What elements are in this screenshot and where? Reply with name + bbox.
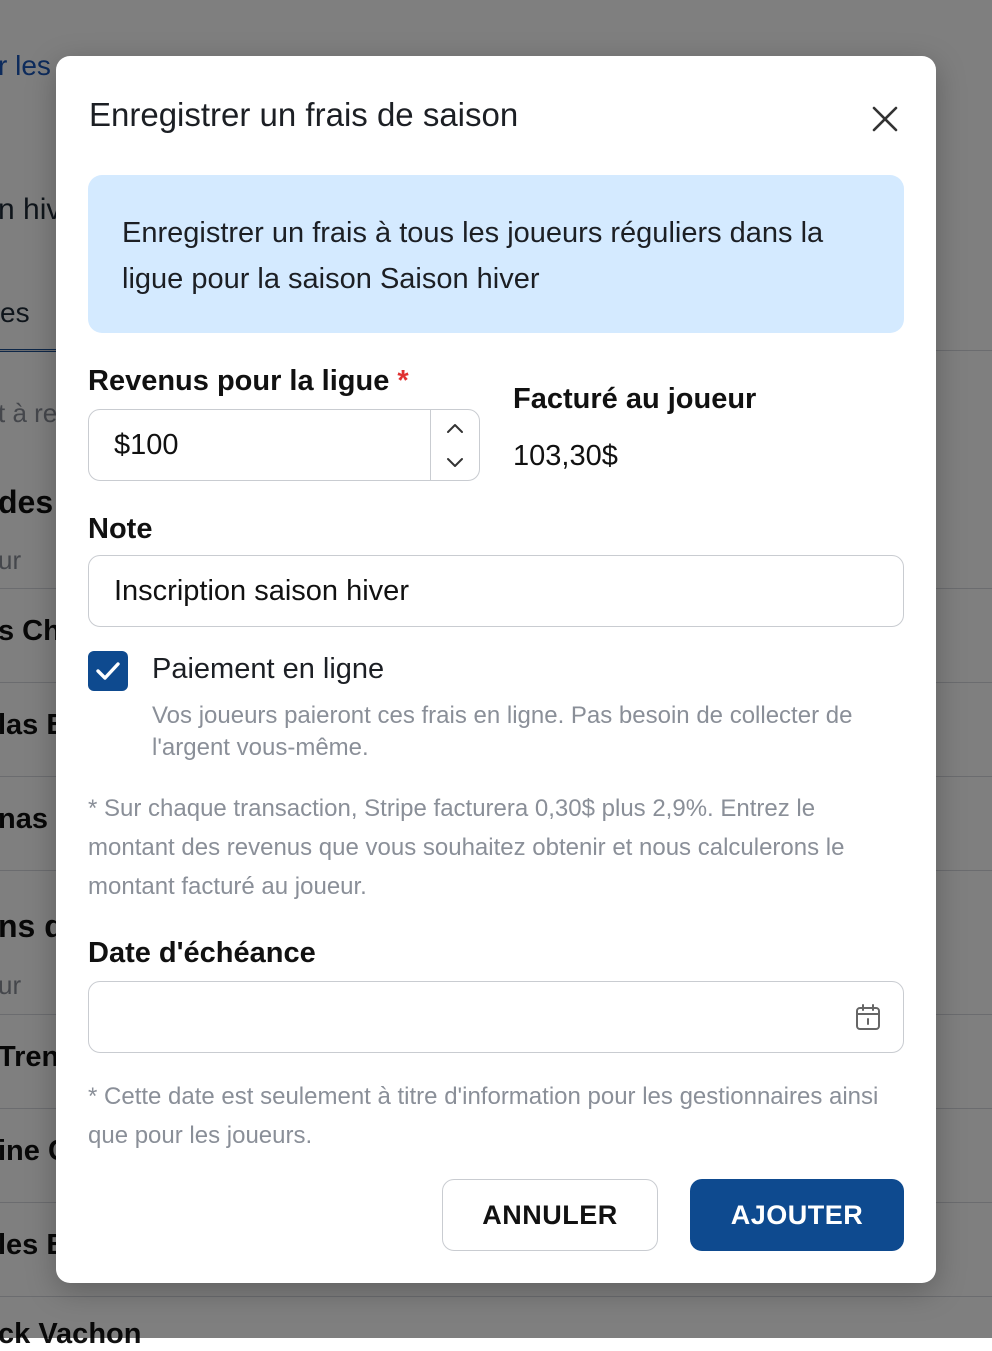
- chevron-down-icon: [447, 457, 463, 467]
- due-date-label: Date d'échéance: [88, 937, 316, 969]
- online-payment-checkbox[interactable]: [88, 651, 128, 691]
- increment-button[interactable]: [431, 410, 479, 445]
- cancel-button[interactable]: ANNULER: [442, 1179, 658, 1251]
- due-date-help: * Cette date est seulement à titre d'inf…: [88, 1083, 879, 1149]
- dialog-title: Enregistrer un frais de saison: [89, 96, 519, 133]
- add-button[interactable]: AJOUTER: [690, 1179, 904, 1251]
- revenue-stepper[interactable]: [430, 410, 479, 480]
- season-fee-dialog: Enregistrer un frais de saison Enregistr…: [56, 56, 936, 1283]
- note-input[interactable]: Inscription saison hiver: [88, 555, 904, 627]
- online-payment-label[interactable]: Paiement en ligne: [152, 653, 384, 686]
- due-date-input[interactable]: [88, 981, 904, 1053]
- revenue-input[interactable]: $100: [88, 409, 480, 481]
- note-label: Note: [88, 513, 153, 545]
- decrement-button[interactable]: [431, 445, 479, 480]
- calendar-icon[interactable]: [853, 1002, 883, 1032]
- info-text: Enregistrer un frais à tous les joueurs …: [122, 217, 824, 295]
- billed-value: 103,30$: [513, 440, 618, 472]
- close-button[interactable]: [864, 98, 906, 140]
- revenue-label-text: Revenus pour la ligue: [88, 365, 390, 397]
- stripe-fee-notice: * Sur chaque transaction, Stripe facture…: [88, 795, 845, 900]
- billed-label: Facturé au joueur: [513, 383, 757, 415]
- revenue-label: Revenus pour la ligue *: [88, 365, 409, 398]
- revenue-value[interactable]: $100: [89, 429, 430, 462]
- info-banner: Enregistrer un frais à tous les joueurs …: [88, 175, 904, 333]
- close-icon: [872, 106, 898, 132]
- chevron-up-icon: [447, 423, 463, 433]
- online-payment-help: Vos joueurs paieront ces frais en ligne.…: [152, 702, 853, 761]
- required-indicator: *: [397, 365, 409, 397]
- check-icon: [96, 662, 120, 680]
